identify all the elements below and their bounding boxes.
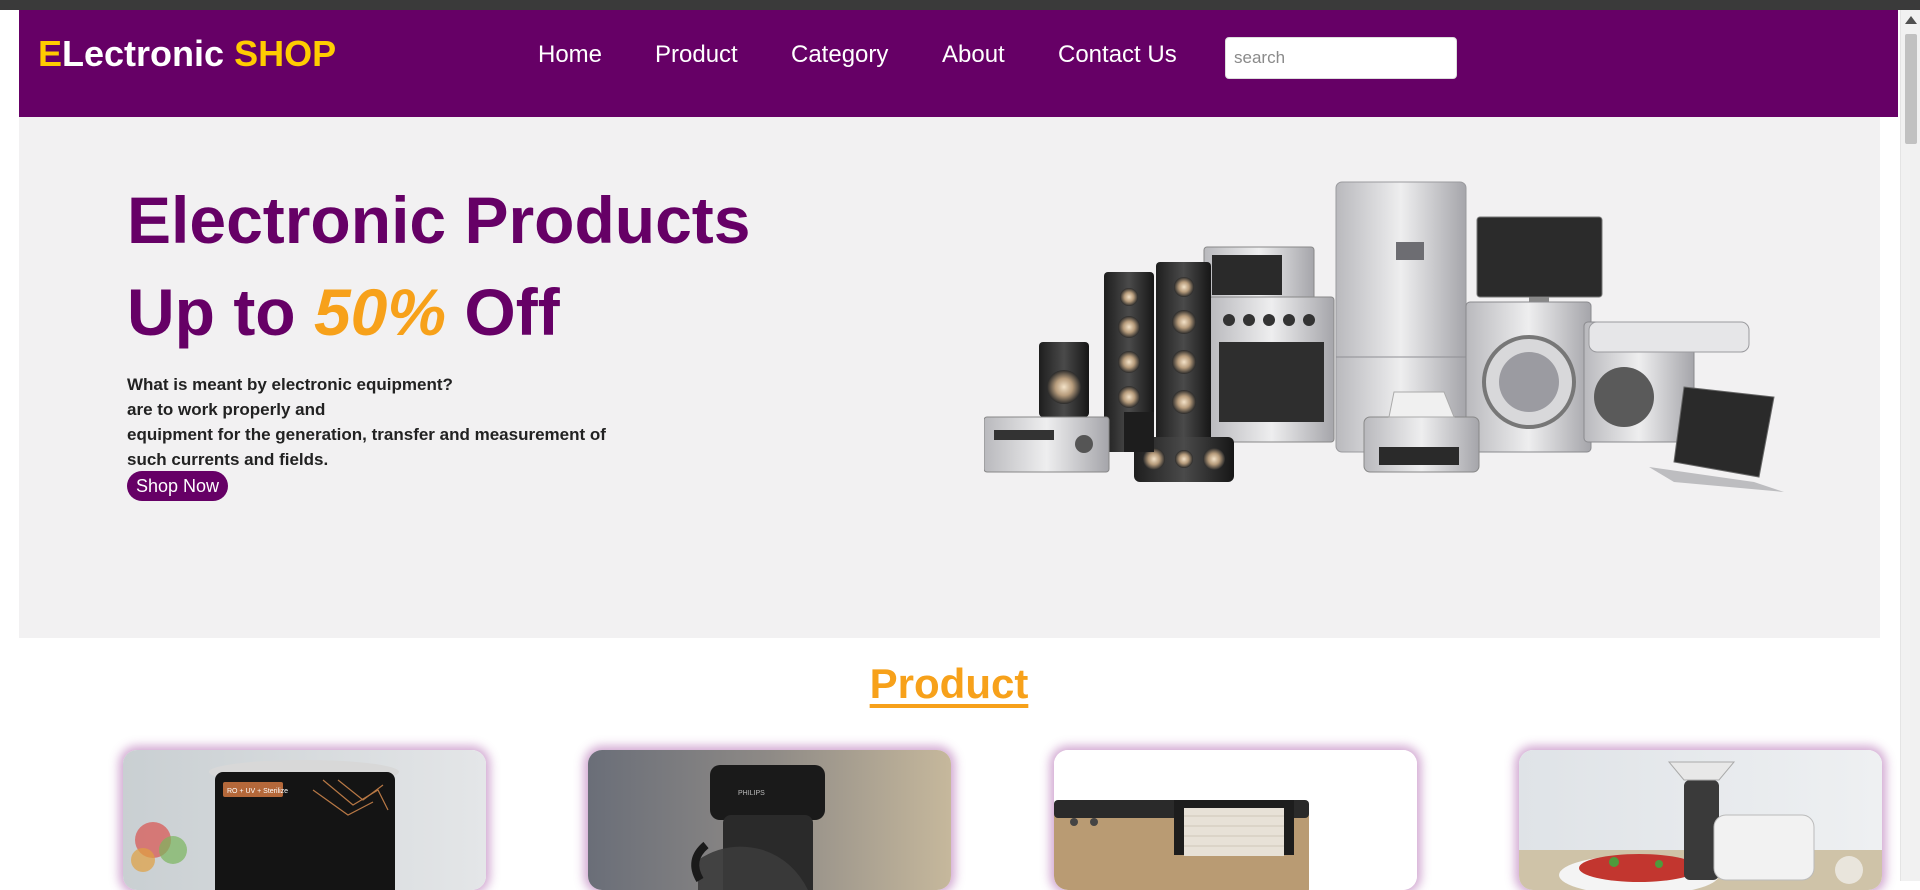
nav-contact-us[interactable]: Contact Us (1058, 41, 1177, 69)
hero-description-line: such currents and fields. (127, 450, 329, 469)
hero-subtitle-prefix: Up to (127, 275, 314, 349)
site-logo[interactable]: ELectronic SHOP (38, 33, 336, 75)
hero-description: What is meant by electronic equipment? a… (127, 372, 687, 472)
discount-percent: 50% (313, 275, 447, 349)
nav-category[interactable]: Category (791, 41, 888, 69)
logo-letter: E (38, 33, 63, 74)
hero-subtitle-suffix: Off (446, 275, 560, 349)
top-navbar: ELectronic SHOP Home Product Category Ab… (19, 10, 1898, 117)
search-input[interactable] (1225, 37, 1457, 79)
browser-top-strip (0, 0, 1920, 10)
logo-text: Lectronic (62, 33, 235, 74)
home-appliances-image (984, 181, 1784, 492)
shop-now-button[interactable]: Shop Now (127, 471, 229, 501)
hero-banner: Electronic Products Up to 50% Off What i… (19, 117, 1880, 638)
logo-accent: SHOP (234, 33, 337, 74)
product-section-title[interactable]: Product (0, 660, 1898, 708)
nav-product[interactable]: Product (655, 41, 738, 69)
hero-description-line: equipment for the generation, transfer a… (127, 425, 606, 444)
towel-warmer-image (1054, 750, 1417, 890)
badge-text: RO + UV + Sterilize (227, 788, 288, 795)
hero-title: Electronic Products (127, 183, 751, 257)
vertical-scrollbar[interactable] (1900, 10, 1920, 881)
meat-grinder-image (1519, 750, 1882, 890)
hero-description-line: What is meant by electronic equipment? (127, 375, 453, 394)
brand-text: PHILIPS (738, 790, 765, 797)
water-purifier-image: RO + UV + Sterilize (123, 750, 486, 890)
product-card-towel-warmer[interactable] (1054, 750, 1417, 890)
product-card-coffee-maker[interactable]: PHILIPS (588, 750, 951, 890)
hero-subtitle: Up to 50% Off (127, 279, 560, 345)
nav-home[interactable]: Home (538, 41, 602, 69)
scroll-up-icon[interactable] (1905, 16, 1917, 24)
product-card-water-purifier[interactable]: RO + UV + Sterilize (123, 750, 486, 890)
coffee-maker-image: PHILIPS (588, 750, 951, 890)
hero-description-line: are to work properly and (127, 400, 326, 419)
nav-about[interactable]: About (942, 41, 1005, 69)
scroll-thumb[interactable] (1905, 34, 1917, 144)
product-card-meat-grinder[interactable] (1519, 750, 1882, 890)
